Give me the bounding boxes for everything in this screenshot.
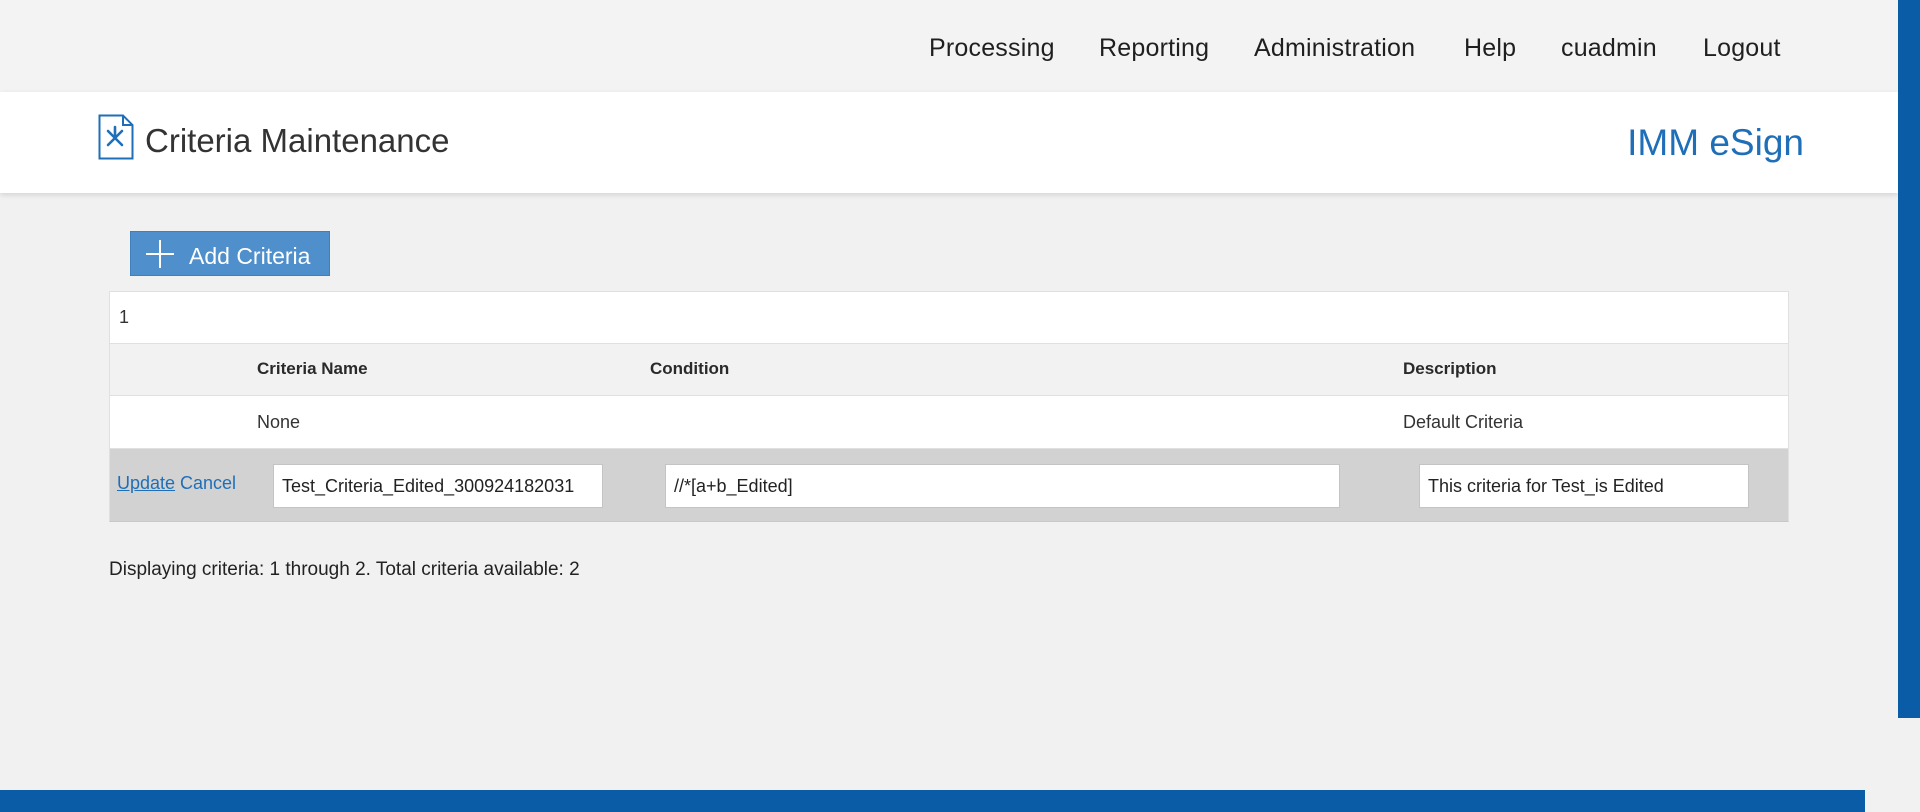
column-header-criteria-name: Criteria Name [257, 359, 368, 378]
description-input[interactable] [1419, 464, 1749, 508]
brand-logo-text: IMM eSign [1627, 122, 1804, 163]
column-header-condition: Condition [650, 359, 730, 378]
nav-logout[interactable]: Logout [1703, 34, 1781, 63]
page-title: Criteria Maintenance [145, 122, 450, 159]
table-row-editing: Update Cancel [109, 448, 1789, 522]
criteria-name-input[interactable] [273, 464, 603, 508]
update-link[interactable]: Update [117, 473, 175, 494]
grid-header-row: Criteria Name Condition Description [109, 343, 1789, 395]
page-header: Criteria Maintenance IMM eSign [0, 92, 1898, 193]
vertical-scrollbar-thumb[interactable] [1898, 0, 1920, 718]
add-criteria-label: Add Criteria [189, 243, 311, 269]
cancel-link[interactable]: Cancel [180, 473, 236, 494]
footer-bar [0, 790, 1865, 812]
plus-icon [146, 240, 174, 268]
nav-user[interactable]: cuadmin [1561, 34, 1657, 63]
add-criteria-button[interactable]: Add Criteria [130, 231, 330, 276]
cell-criteria-name: None [257, 412, 301, 432]
criteria-grid: 1 Criteria Name Condition Description No… [109, 291, 1789, 522]
records-summary: Displaying criteria: 1 through 2. Total … [109, 559, 580, 580]
top-navigation: Processing Reporting Administration Help… [0, 0, 1898, 92]
cell-description: Default Criteria [1403, 412, 1524, 432]
nav-processing[interactable]: Processing [929, 34, 1055, 63]
document-tools-icon [98, 114, 134, 160]
column-header-description: Description [1403, 359, 1497, 378]
nav-administration[interactable]: Administration [1254, 34, 1415, 63]
nav-reporting[interactable]: Reporting [1099, 34, 1209, 63]
grid-pager: 1 [109, 291, 1789, 343]
table-row: None Default Criteria [109, 395, 1789, 448]
pager-page-1[interactable]: 1 [119, 307, 129, 328]
condition-input[interactable] [665, 464, 1340, 508]
nav-help[interactable]: Help [1464, 34, 1516, 63]
